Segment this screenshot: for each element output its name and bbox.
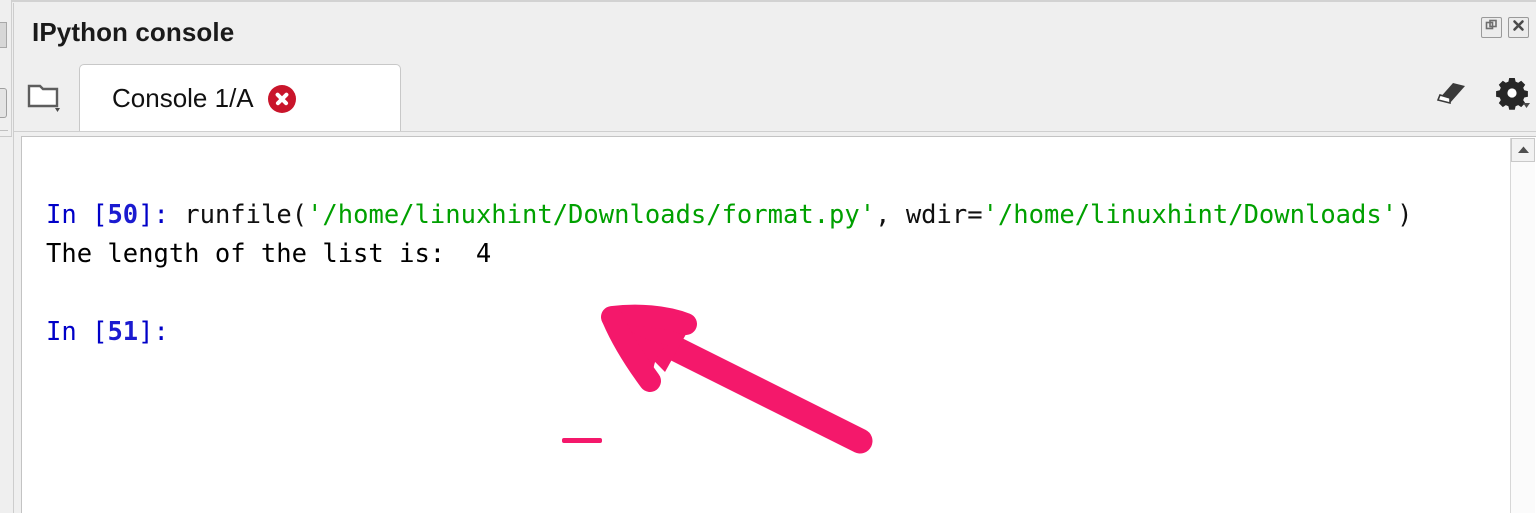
undock-icon	[1485, 19, 1498, 37]
code-segment-2: , wdir=	[875, 200, 983, 230]
prompt-open: [	[92, 200, 108, 230]
console-vertical-scrollbar[interactable]	[1510, 138, 1535, 513]
console-line-in-51: In [51]:	[46, 317, 169, 347]
prompt-open: [	[92, 317, 108, 347]
pane-titlebar: IPython console	[14, 3, 1536, 58]
prompt-number: 51	[107, 317, 139, 347]
eraser-icon	[1429, 83, 1469, 111]
adjacent-lower-pane-edge	[0, 136, 12, 513]
tab-close-button[interactable]	[267, 84, 296, 113]
adjacent-pane-edge	[0, 0, 12, 513]
gear-icon	[1495, 78, 1531, 114]
adjacent-tab-edge[interactable]	[0, 22, 7, 48]
console-dock-widget: IPython console Console 1/A In [50]: run…	[13, 3, 1536, 513]
code-segment-0: runfile(	[184, 200, 308, 230]
pane-title: IPython console	[32, 17, 235, 47]
ipython-console-pane: IPython console Console 1/A In [50]: run…	[0, 0, 1536, 513]
undock-button[interactable]	[1481, 17, 1502, 38]
console-transcript: In [50]: runfile('/home/linuxhint/Downlo…	[46, 157, 1486, 391]
prompt-label: In	[46, 317, 77, 347]
console-line-output: The length of the list is: 4	[46, 239, 492, 269]
console-output-area[interactable]: In [50]: runfile('/home/linuxhint/Downlo…	[21, 136, 1536, 513]
code-segment-1: '/home/linuxhint/Downloads/format.py'	[307, 200, 876, 230]
scroll-up-button[interactable]	[1511, 138, 1535, 162]
adjacent-divider	[0, 130, 8, 131]
prompt-close: ]:	[138, 200, 169, 230]
clear-console-button[interactable]	[1429, 79, 1469, 112]
titlebar-buttons	[1481, 17, 1529, 38]
tab-console-1a[interactable]: Console 1/A	[79, 64, 401, 132]
folder-icon	[24, 84, 68, 121]
options-button[interactable]	[1495, 76, 1531, 115]
annotation-underline	[562, 438, 602, 443]
console-toolbar	[1403, 76, 1531, 115]
scroll-track[interactable]	[1511, 163, 1535, 513]
tab-label: Console 1/A	[112, 83, 254, 113]
prompt-number: 50	[107, 200, 139, 230]
code-segment-3: '/home/linuxhint/Downloads'	[982, 200, 1398, 230]
console-line-in-50: In [50]: runfile('/home/linuxhint/Downlo…	[46, 200, 1412, 230]
prompt-label: In	[46, 200, 77, 230]
chevron-up-icon	[1517, 141, 1530, 159]
top-divider	[0, 0, 1536, 2]
close-icon	[1512, 19, 1525, 37]
browse-tabs-button[interactable]	[24, 77, 68, 117]
close-pane-button[interactable]	[1508, 17, 1529, 38]
code-segment-4: )	[1397, 200, 1413, 230]
console-tabbar: Console 1/A	[14, 58, 1536, 132]
adjacent-icon-edge[interactable]	[0, 88, 7, 118]
prompt-close: ]:	[138, 317, 169, 347]
tabbar-divider	[14, 131, 1536, 132]
